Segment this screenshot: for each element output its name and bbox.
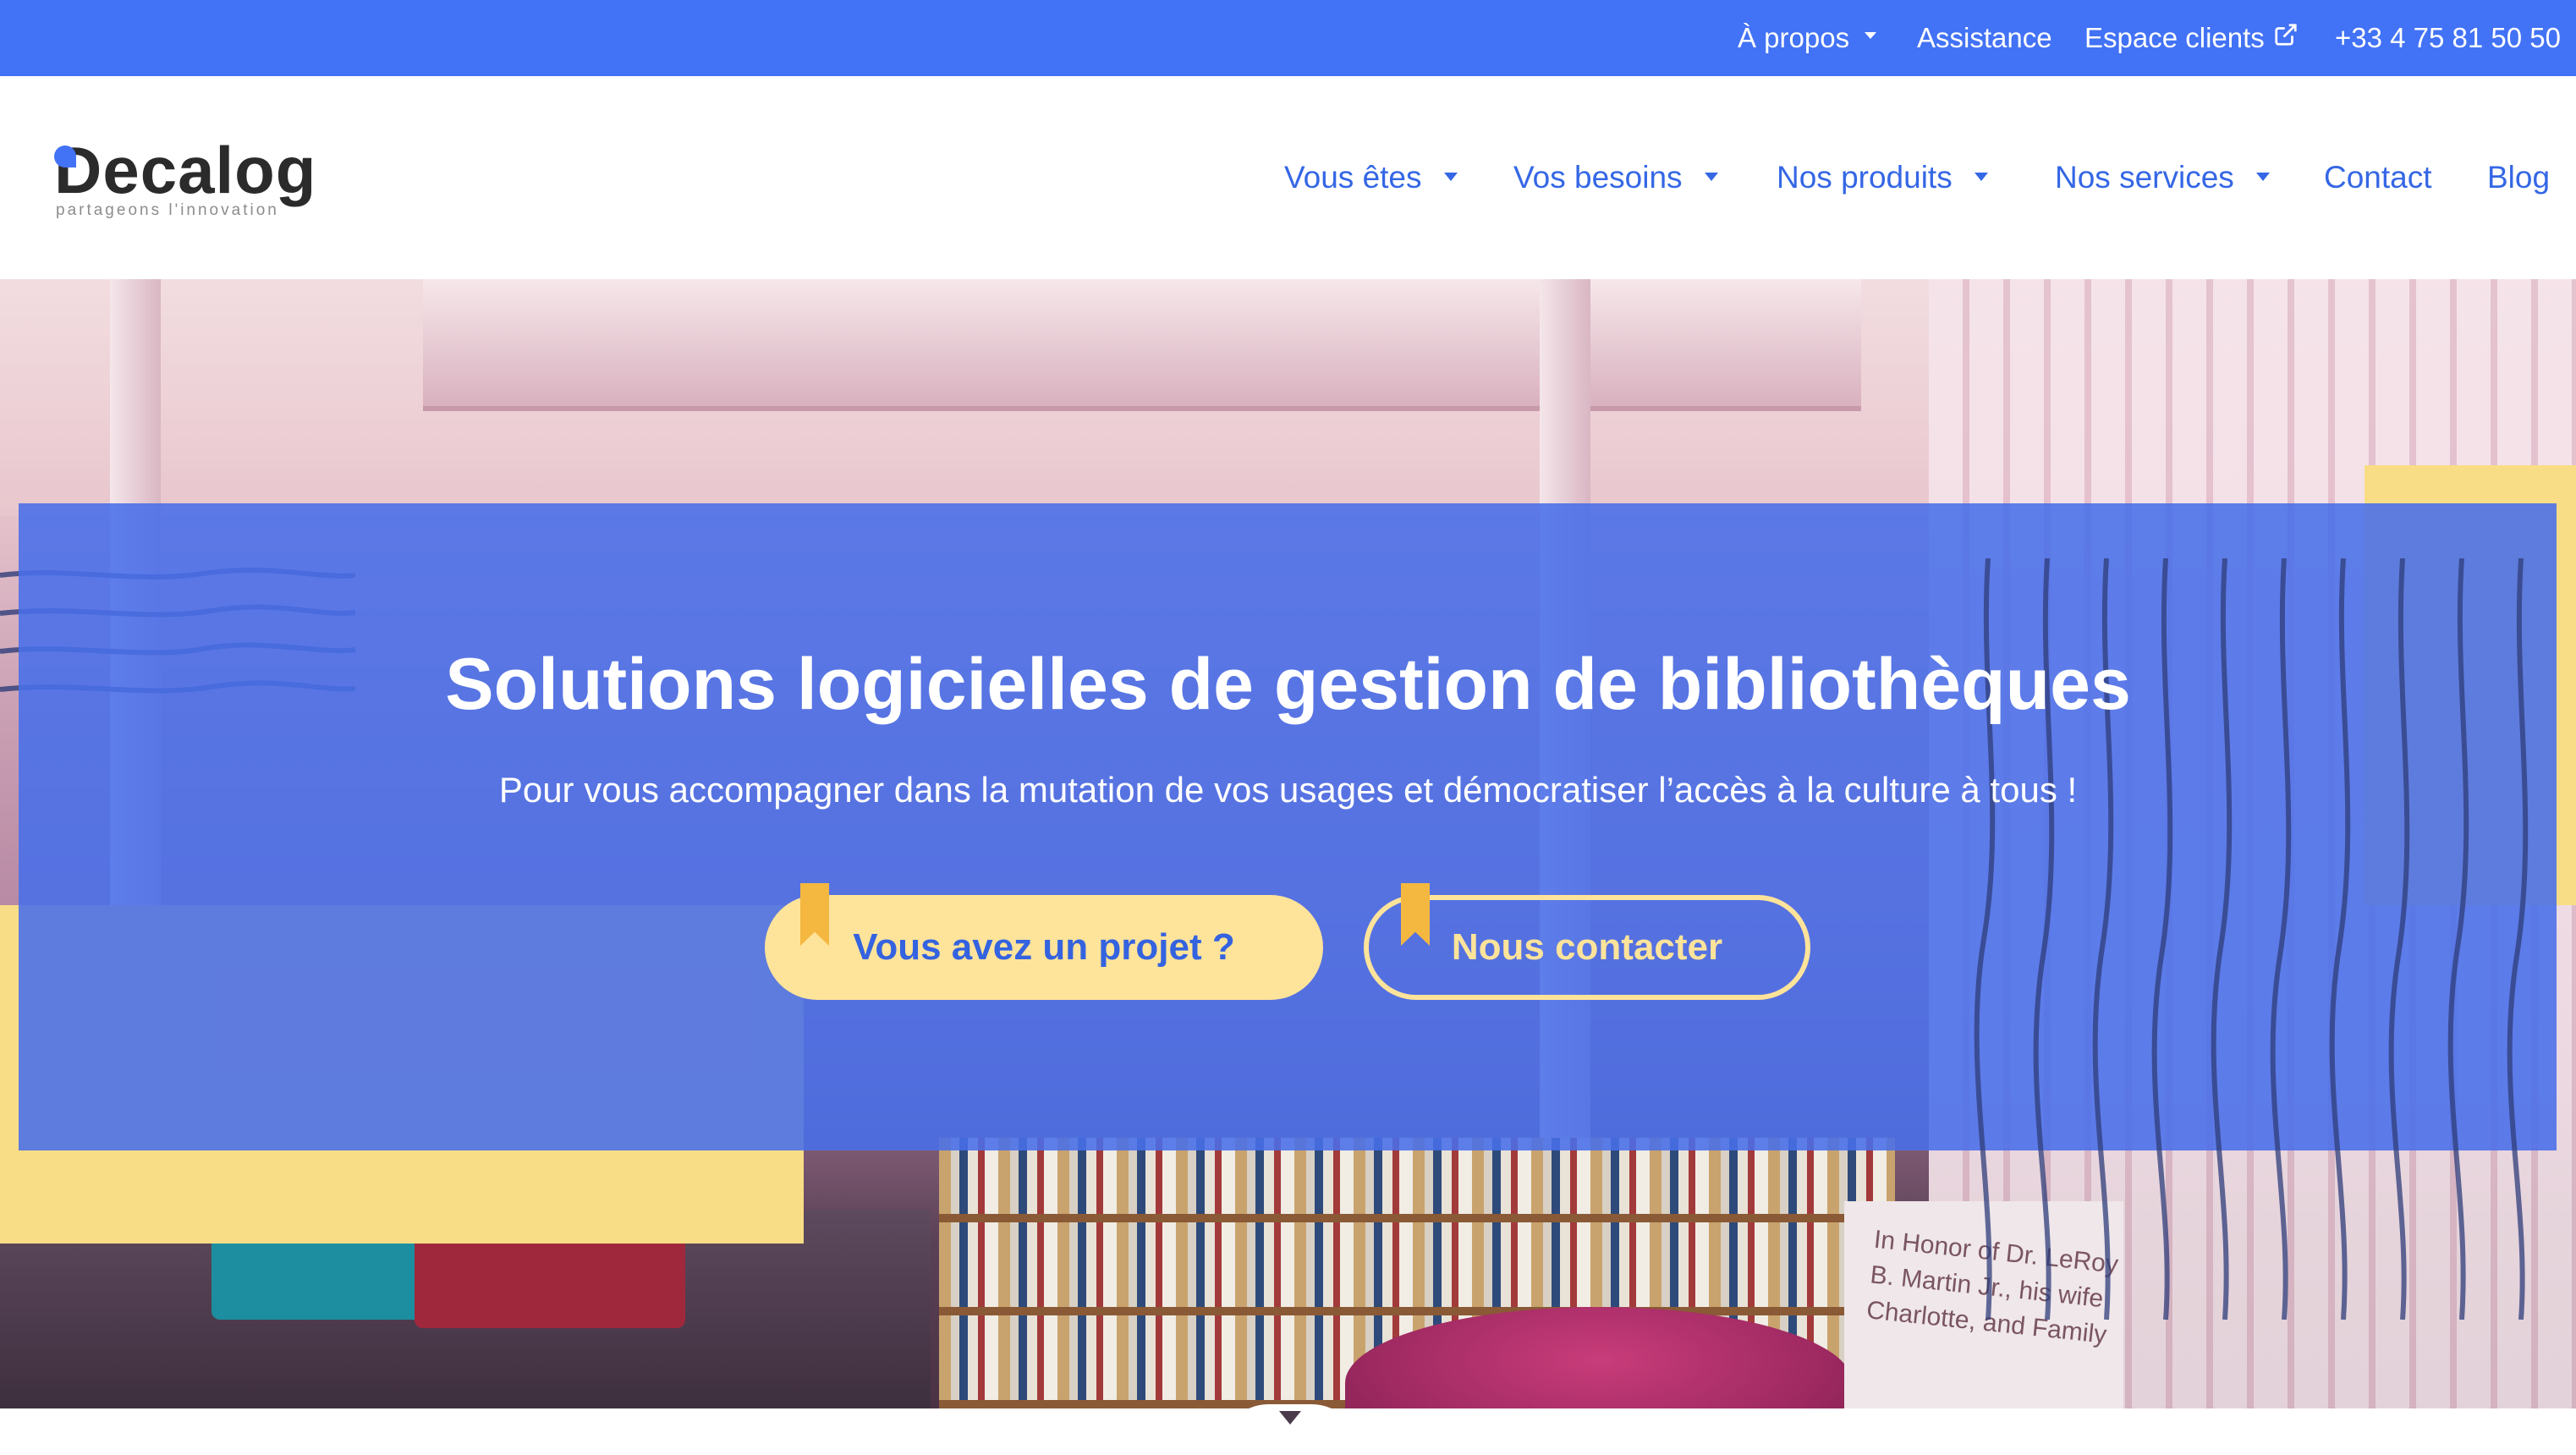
nav-item-nos-services[interactable]: Nos services [2055,152,2270,203]
nav-item-label: Nos produits [1777,160,1953,195]
nav-item-label: Vos besoins [1513,160,1683,195]
main-header: Decalog partageons l'innovation Vous ête… [0,76,2576,279]
nav-item-label: Vous êtes [1284,160,1422,195]
chevron-down-icon [1443,173,1458,182]
nav-item-label: Contact [2324,160,2432,195]
logo-tagline: partageons l'innovation [56,201,279,219]
client-space-label: Espace clients [2084,22,2265,53]
chevron-down-icon [1865,32,1877,40]
assistance-link[interactable]: Assistance [1917,0,2052,76]
logo-mark-icon [54,146,76,167]
top-utility-bar: À propos Assistance Espace clients +33 4… [0,0,2576,76]
library-balcony [423,279,1861,411]
nav-item-nos-produits[interactable]: Nos produits [1777,152,1988,203]
chevron-down-icon [1704,173,1718,182]
client-space-link[interactable]: Espace clients [2084,0,2299,76]
hero-section: In Honor of Dr. LeRoy B. Martin Jr., his… [0,279,2576,1408]
phone-number: +33 4 75 81 50 50 [2335,22,2561,53]
phone-link[interactable]: +33 4 75 81 50 50 [2335,0,2561,76]
bookmark-icon [800,883,829,946]
assistance-label: Assistance [1917,22,2052,53]
external-link-icon [2275,24,2297,46]
nav-item-label: Nos services [2055,160,2234,195]
about-label: À propos [1738,22,1850,53]
project-button-label: Vous avez un projet ? [853,926,1235,968]
hero-subtitle: Pour vous accompagner dans la mutation d… [498,770,2078,810]
contact-button-label: Nous contacter [1451,926,1723,968]
nav-item-vous-etes[interactable]: Vous êtes [1284,152,1458,203]
chevron-down-icon [2255,173,2270,182]
about-menu[interactable]: À propos [1738,0,1877,76]
chevron-down-icon [1974,173,1988,182]
nav-item-label: Blog [2487,160,2551,195]
hero-title: Solutions logicielles de gestion de bibl… [445,644,2131,725]
chevron-down-icon [1279,1411,1301,1425]
contact-button[interactable]: Nous contacter [1364,883,1810,1000]
nav-item-blog[interactable]: Blog [2487,152,2550,203]
bookmark-icon [1401,883,1430,946]
nav-item-vos-besoins[interactable]: Vos besoins [1513,152,1718,203]
nav-item-contact[interactable]: Contact [2324,152,2432,203]
logo-wordmark: Decalog [54,133,317,207]
project-button[interactable]: Vous avez un projet ? [765,883,1323,1000]
